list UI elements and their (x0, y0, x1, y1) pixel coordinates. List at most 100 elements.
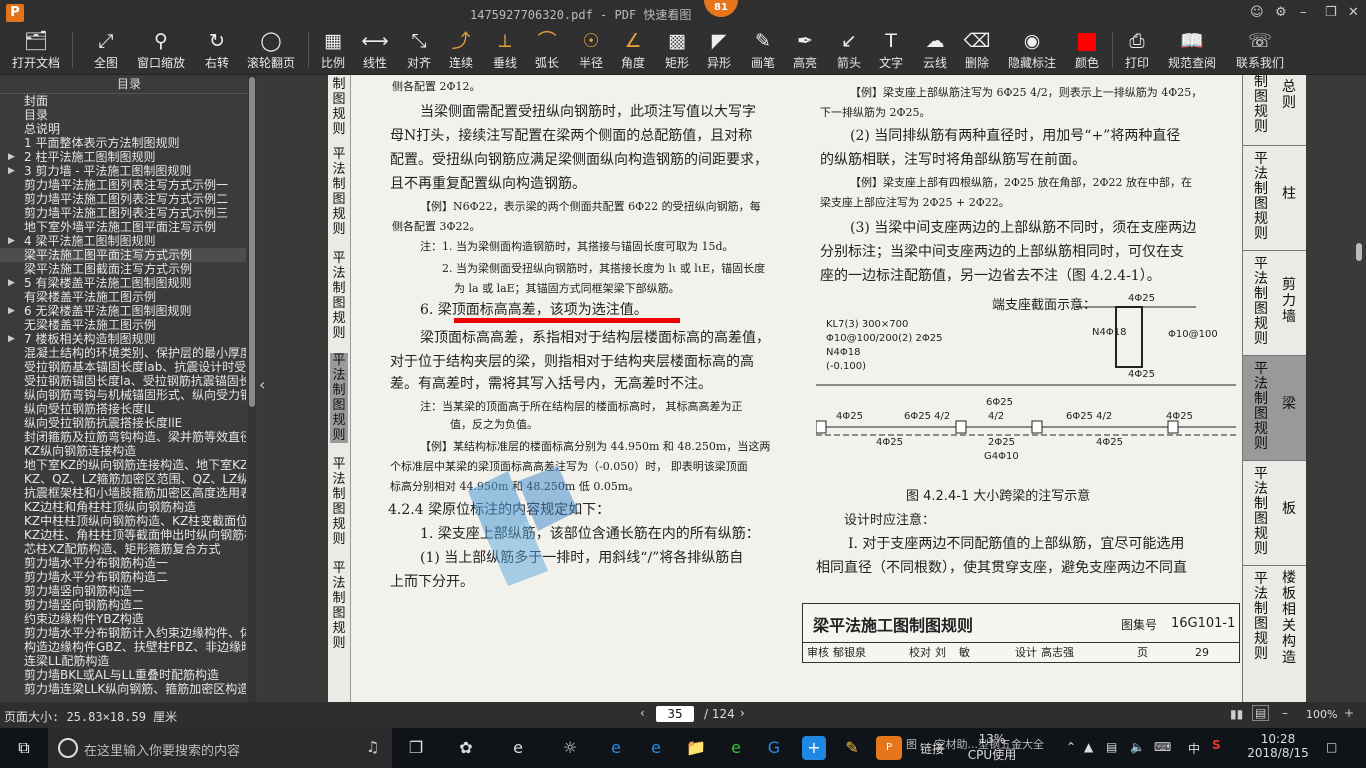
toc-item[interactable]: 地下室KZ的纵向钢筋连接构造、地下室KZ的 (0, 458, 246, 472)
tray-overflow-icon[interactable]: ⌃ (1066, 740, 1076, 754)
toc-item[interactable]: 无梁楼盖平法施工图示例 (0, 318, 246, 332)
toc-item[interactable]: 芯柱XZ配筋构造、矩形箍筋复合方式 (0, 542, 246, 556)
toc-item[interactable]: ▶ 7 楼板相关构造制图规则 (0, 332, 246, 346)
arrow-button[interactable]: ↙ 箭头 (832, 28, 866, 72)
toc-item[interactable]: ▶ 6 无梁楼盖平法施工图制图规则 (0, 304, 246, 318)
fan-app-icon[interactable]: ✿ (454, 736, 478, 760)
windows-start-icon[interactable]: ⧉ (12, 736, 36, 760)
plus-app-icon[interactable]: + (802, 736, 826, 760)
rectangle-button[interactable]: ▩ 矩形 (660, 28, 694, 72)
align-measure-button[interactable]: ⤡ 对齐 (402, 28, 436, 72)
internet-explorer-icon[interactable]: e (644, 736, 668, 760)
settings-icon[interactable]: ⚙ (1275, 5, 1287, 20)
toc-item[interactable]: 封闭箍筋及拉筋弯钩构造、梁并筋等效直径 (0, 430, 246, 444)
page-scrollbar[interactable] (1352, 75, 1366, 702)
360-browser-icon[interactable]: e (724, 736, 748, 760)
network-icon[interactable]: ▤ (1106, 740, 1117, 754)
toc-item[interactable]: 剪力墙BKL或AL与LL重叠时配筋构造 (0, 668, 246, 682)
red-underline-annotation[interactable] (454, 318, 680, 323)
taskbar-search[interactable]: 在这里输入你要搜索的内容 ♫ (48, 728, 392, 768)
pdf-viewer-taskbar-icon[interactable]: P (876, 736, 902, 760)
toc-scroll-thumb[interactable] (249, 77, 255, 407)
google-app-icon[interactable]: G (762, 736, 786, 760)
toc-item[interactable]: 目录 (0, 108, 246, 122)
toc-item[interactable]: ▶ 4 梁平法施工图制图规则 (0, 234, 246, 248)
toc-item[interactable]: 抗震框架柱和小墙肢箍筋加密区高度选用表 (0, 486, 246, 500)
toc-item[interactable]: ▶ 5 有梁楼盖平法施工图制图规则 (0, 276, 246, 290)
pdf-page-view[interactable]: 制图规则 平法制图规则 平法制图规则 平法制图规则 平法制图规则 平法制图规则 … (328, 75, 1306, 702)
toc-item[interactable]: 剪力墙平法施工图列表注写方式示例三 (0, 206, 246, 220)
delete-button[interactable]: ⌫ 删除 (960, 28, 994, 72)
toc-item[interactable]: 受拉钢筋基本锚固长度lab、抗震设计时受拉 (0, 360, 246, 374)
index-tab-general[interactable]: 制图规则 总则 (1243, 75, 1306, 146)
index-tab-beam[interactable]: 平法制图规则 梁 (1243, 356, 1306, 461)
zoom-out-icon[interactable]: – (1282, 706, 1288, 720)
expand-caret-icon[interactable]: ▶ (8, 304, 15, 318)
toc-item[interactable]: KZ边柱、角柱柱顶等截面伸出时纵向钢筋构 (0, 528, 246, 542)
toc-item[interactable]: 梁平法施工图截面注写方式示例 (0, 262, 246, 276)
toc-item[interactable]: 约束边缘构件YBZ构造 (0, 612, 246, 626)
text-button[interactable]: T 文字 (874, 28, 908, 72)
task-view-icon[interactable]: ❐ (404, 736, 428, 760)
print-button[interactable]: ⎙ 打印 (1120, 28, 1154, 72)
continuous-measure-button[interactable]: ⤴ 连续 (444, 28, 478, 72)
index-tab-slab-details[interactable]: 平法制图规则 楼板相关构造 (1243, 566, 1306, 670)
brush-button[interactable]: ✎ 画笔 (746, 28, 780, 72)
toc-item[interactable]: 剪力墙水平分布钢筋构造一 (0, 556, 246, 570)
minimize-icon[interactable]: – (1300, 5, 1307, 20)
expand-caret-icon[interactable]: ▶ (8, 150, 15, 164)
spec-lookup-button[interactable]: 📖 规范查阅 (1164, 28, 1220, 72)
ime-indicator[interactable]: 中 (1188, 740, 1200, 757)
color-button[interactable]: 颜色 (1070, 28, 1104, 72)
toc-item[interactable]: 连梁LL配筋构造 (0, 654, 246, 668)
toc-item[interactable]: 剪力墙水平分布钢筋计入约束边缘构件、体 (0, 626, 246, 640)
toc-item[interactable]: 剪力墙水平分布钢筋构造二 (0, 570, 246, 584)
toc-item[interactable]: 纵向受拉钢筋抗震搭接长度llE (0, 416, 246, 430)
zoom-in-icon[interactable]: + (1344, 706, 1354, 720)
link-toolbar-label[interactable]: 链接 (920, 740, 944, 757)
radius-button[interactable]: ☉ 半径 (574, 28, 608, 72)
toc-item[interactable]: 1 平面整体表示方法制图规则 (0, 136, 246, 150)
toc-item[interactable]: 剪力墙连梁LLK纵向钢筋、箍筋加密区构造 (0, 682, 246, 696)
toc-item[interactable]: 总说明 (0, 122, 246, 136)
toc-item[interactable]: KZ中柱柱顶纵向钢筋构造、KZ柱变截面位置 (0, 514, 246, 528)
fit-page-button[interactable]: ⤢ 全图 (88, 28, 124, 72)
toc-item[interactable]: 有梁楼盖平法施工图示例 (0, 290, 246, 304)
cpu-monitor[interactable]: 13% CPU使用 (964, 732, 1020, 763)
arc-length-button[interactable]: ⌒ 弧长 (530, 28, 564, 72)
expand-caret-icon[interactable]: ▶ (8, 332, 15, 346)
single-page-view-icon[interactable]: ▤ (1252, 705, 1270, 721)
scale-button[interactable]: ▦ 比例 (316, 28, 350, 72)
page-number-input[interactable]: 35 (656, 706, 694, 722)
prev-page-icon[interactable]: ‹ (640, 706, 645, 720)
highlight-button[interactable]: ✒ 高亮 (788, 28, 822, 72)
toc-item[interactable]: 剪力墙竖向钢筋构造二 (0, 598, 246, 612)
page-scroll-thumb[interactable] (1356, 243, 1362, 261)
two-page-view-icon[interactable]: ▮▮ (1230, 707, 1243, 721)
ie-app-icon[interactable]: e (506, 736, 530, 760)
toc-item[interactable]: KZ、QZ、LZ箍筋加密区范围、QZ、LZ纵向钢 (0, 472, 246, 486)
collapse-sidebar-icon[interactable]: ‹ (259, 375, 265, 394)
file-explorer-icon[interactable]: 📁 (684, 736, 708, 760)
rotate-right-button[interactable]: ↻ 右转 (200, 28, 234, 72)
wheel-page-button[interactable]: ◯ 滚轮翻页 (244, 28, 298, 72)
keyboard-icon[interactable]: ⌨ (1154, 740, 1171, 754)
expand-caret-icon[interactable]: ▶ (8, 234, 15, 248)
toc-item[interactable]: 受拉钢筋锚固长度la、受拉钢筋抗震锚固长 (0, 374, 246, 388)
next-page-icon[interactable]: › (740, 706, 745, 720)
app-logo-icon[interactable]: P (6, 4, 24, 22)
notes-app-icon[interactable]: ✎ (840, 736, 864, 760)
toc-item[interactable]: 剪力墙平法施工图列表注写方式示例一 (0, 178, 246, 192)
toc-item[interactable]: 剪力墙平法施工图列表注写方式示例二 (0, 192, 246, 206)
toc-item[interactable]: KZ边柱和角柱柱顶纵向钢筋构造 (0, 500, 246, 514)
index-tab-shear-wall[interactable]: 平法制图规则 剪力墙 (1243, 251, 1306, 356)
toc-scrollbar[interactable] (248, 75, 256, 702)
volume-icon[interactable]: 🔈 (1130, 740, 1145, 754)
action-center-icon[interactable]: □ (1326, 740, 1337, 754)
toc-item[interactable]: 封面 (0, 94, 246, 108)
perpendicular-button[interactable]: ⟂ 垂线 (488, 28, 522, 72)
restore-icon[interactable]: ❐ (1325, 5, 1337, 20)
user-icon[interactable]: ☺ (1250, 5, 1264, 20)
irregular-shape-button[interactable]: ◤ 异形 (702, 28, 736, 72)
toc-item[interactable]: 剪力墙竖向钢筋构造一 (0, 584, 246, 598)
